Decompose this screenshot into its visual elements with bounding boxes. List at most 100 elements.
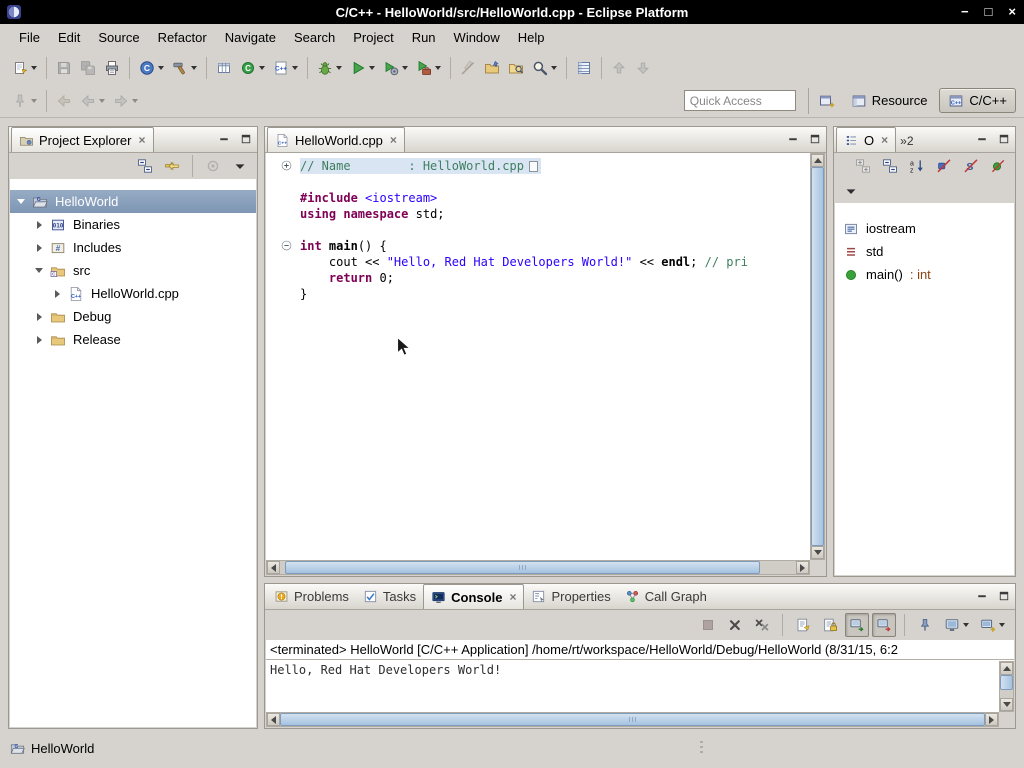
dropdown-caret-icon[interactable]: [99, 99, 105, 103]
view-menu-button[interactable]: [228, 154, 252, 178]
menu-file[interactable]: File: [10, 26, 49, 49]
remove-all-terminated-button[interactable]: [750, 613, 774, 637]
menu-edit[interactable]: Edit: [49, 26, 89, 49]
scroll-right-button[interactable]: [796, 561, 809, 574]
perspective-resource-button[interactable]: Resource: [842, 88, 937, 113]
forward-button[interactable]: [109, 89, 142, 113]
collapse-all-button[interactable]: [878, 154, 902, 178]
scrollbar-thumb[interactable]: [285, 561, 760, 574]
outline-item-std[interactable]: std: [835, 240, 1014, 263]
profile-button[interactable]: [379, 56, 412, 80]
editor-horizontal-scrollbar[interactable]: [266, 560, 810, 575]
scroll-down-button[interactable]: [1000, 698, 1013, 711]
outline-item-iostream[interactable]: iostream: [835, 217, 1014, 240]
new-source-file-button[interactable]: [212, 56, 236, 80]
hide-fields-button[interactable]: [932, 154, 956, 178]
dropdown-caret-icon[interactable]: [132, 99, 138, 103]
menu-help[interactable]: Help: [509, 26, 554, 49]
scroll-lock-button[interactable]: [818, 613, 842, 637]
menu-search[interactable]: Search: [285, 26, 344, 49]
terminate-button[interactable]: [696, 613, 720, 637]
scroll-left-button[interactable]: [267, 561, 280, 574]
minimize-view-icon[interactable]: [976, 133, 988, 145]
focus-view-button[interactable]: [201, 154, 225, 178]
save-button[interactable]: [52, 56, 76, 80]
dropdown-caret-icon[interactable]: [259, 66, 265, 70]
tree-item-helloworld[interactable]: CHelloWorld: [10, 190, 256, 213]
menu-window[interactable]: Window: [445, 26, 509, 49]
menu-run[interactable]: Run: [403, 26, 445, 49]
open-console-button[interactable]: [976, 613, 1009, 637]
scrollbar-thumb[interactable]: [811, 167, 824, 546]
tab-tasks[interactable]: Tasks: [356, 584, 423, 609]
scroll-down-button[interactable]: [811, 546, 824, 559]
pin-console-button[interactable]: [913, 613, 937, 637]
dropdown-caret-icon[interactable]: [551, 66, 557, 70]
new-cpp-class-button[interactable]: C++: [269, 56, 302, 80]
view-stack-overflow-button[interactable]: »2: [900, 134, 913, 152]
dropdown-caret-icon[interactable]: [435, 66, 441, 70]
expand-arrow-icon[interactable]: [32, 333, 46, 347]
new-class-button[interactable]: C: [236, 56, 269, 80]
minimize-view-icon[interactable]: [218, 133, 230, 145]
last-edit-location-button[interactable]: [52, 89, 76, 113]
sash-grip[interactable]: [700, 741, 703, 755]
remove-launch-button[interactable]: [723, 613, 747, 637]
quick-access-input[interactable]: [684, 90, 796, 111]
menu-project[interactable]: Project: [344, 26, 402, 49]
previous-annotation-button[interactable]: [607, 56, 631, 80]
tab-outline[interactable]: O ×: [836, 127, 896, 152]
dropdown-caret-icon[interactable]: [191, 66, 197, 70]
maximize-window-button[interactable]: □: [985, 0, 993, 24]
sort-alpha-button[interactable]: az: [905, 154, 929, 178]
dropdown-caret-icon[interactable]: [402, 66, 408, 70]
scrollbar-track[interactable]: [280, 713, 985, 726]
scrollbar-track[interactable]: [811, 167, 824, 546]
show-stdout-button[interactable]: [845, 613, 869, 637]
scroll-up-button[interactable]: [1000, 662, 1013, 675]
tree-item-binaries[interactable]: 010Binaries: [10, 213, 256, 236]
open-resource-button[interactable]: [504, 56, 528, 80]
external-tools-button[interactable]: [412, 56, 445, 80]
tab-call-graph[interactable]: Call Graph: [618, 584, 714, 609]
folded-region-box[interactable]: [529, 161, 538, 172]
tree-item-release[interactable]: Release: [10, 328, 256, 351]
expand-arrow-icon[interactable]: [32, 241, 46, 255]
close-tab-icon[interactable]: ×: [138, 133, 145, 147]
hide-non-public-button[interactable]: [986, 154, 1010, 178]
tree-item-debug[interactable]: Debug: [10, 305, 256, 328]
expand-arrow-icon[interactable]: [50, 287, 64, 301]
tree-item-includes[interactable]: #Includes: [10, 236, 256, 259]
scroll-right-button[interactable]: [985, 713, 998, 726]
link-with-editor-button[interactable]: [160, 154, 184, 178]
maximize-view-icon[interactable]: [998, 590, 1010, 602]
search-button[interactable]: [528, 56, 561, 80]
minimize-view-icon[interactable]: [787, 133, 799, 145]
save-all-button[interactable]: [76, 56, 100, 80]
debug-button[interactable]: [313, 56, 346, 80]
expand-arrow-icon[interactable]: [32, 310, 46, 324]
dropdown-caret-icon[interactable]: [963, 623, 969, 627]
hide-static-button[interactable]: S: [959, 154, 983, 178]
scrollbar-track[interactable]: [280, 561, 796, 574]
mark-occurrences-button[interactable]: [456, 56, 480, 80]
dropdown-caret-icon[interactable]: [336, 66, 342, 70]
scrollbar-thumb[interactable]: [1000, 675, 1013, 689]
collapse-all-button[interactable]: [133, 154, 157, 178]
dropdown-caret-icon[interactable]: [31, 66, 37, 70]
tab-console[interactable]: Console×: [423, 584, 524, 609]
menu-navigate[interactable]: Navigate: [216, 26, 285, 49]
menu-source[interactable]: Source: [89, 26, 148, 49]
new-wizard-button[interactable]: [8, 56, 41, 80]
print-button[interactable]: [100, 56, 124, 80]
fold-expand-icon[interactable]: [281, 160, 292, 171]
minimize-view-icon[interactable]: [976, 590, 988, 602]
clear-console-button[interactable]: [791, 613, 815, 637]
dropdown-caret-icon[interactable]: [292, 66, 298, 70]
back-button[interactable]: [76, 89, 109, 113]
maximize-view-icon[interactable]: [240, 133, 252, 145]
new-cpp-project-button[interactable]: C: [135, 56, 168, 80]
console-vertical-scrollbar[interactable]: [999, 661, 1014, 712]
scrollbar-thumb[interactable]: [280, 713, 985, 726]
scrollbar-track[interactable]: [1000, 675, 1013, 698]
